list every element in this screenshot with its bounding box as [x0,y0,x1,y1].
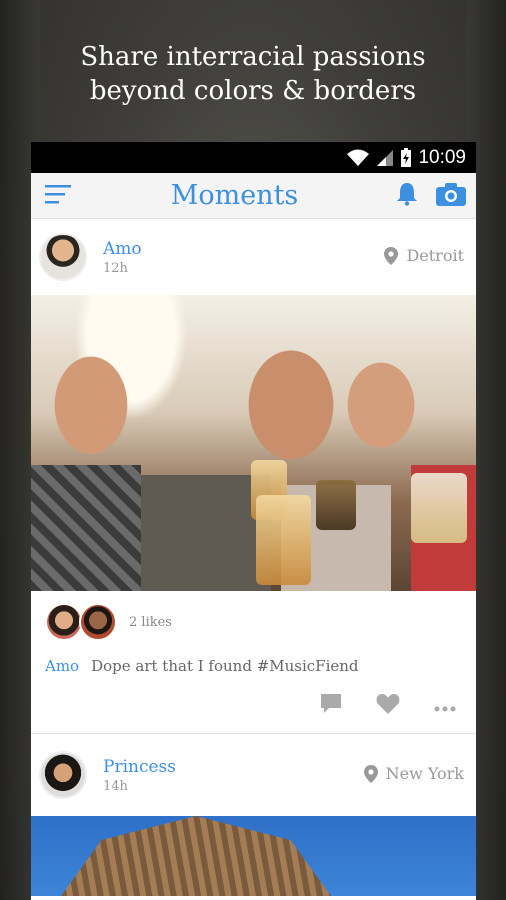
post-actions [31,679,476,733]
post-card: Princess 14h New York [31,734,476,896]
likes-count[interactable]: 2 likes [129,615,172,630]
camera-icon[interactable] [435,182,466,210]
avatar[interactable] [39,751,87,799]
photo-detail [316,480,356,530]
location-pin-icon [384,246,399,265]
bell-icon[interactable] [396,182,418,210]
avatar[interactable] [79,603,117,641]
post-time: 14h [103,778,128,794]
caption-text: Dope art that I found #MusicFiend [91,657,359,675]
post-caption: Amo Dope art that I found #MusicFiend [31,653,476,679]
status-bar: 10:09 [31,142,476,173]
photo-detail [31,465,141,591]
page-title: Moments [170,180,299,211]
post-location-label: Detroit [406,246,464,265]
post-location-label: New York [385,764,464,783]
photo-detail [256,495,311,585]
heart-icon[interactable] [376,694,400,718]
caption-username[interactable]: Amo [45,657,79,675]
menu-icon[interactable] [45,182,73,210]
battery-icon [400,147,412,168]
photo-detail [61,816,331,896]
tagline-line-2: beyond colors & borders [89,76,417,106]
post-username[interactable]: Amo [103,239,142,259]
comment-icon[interactable] [320,693,342,719]
photo-detail [411,473,467,543]
more-icon[interactable] [434,697,456,716]
promo-tagline: Share interracial passions beyond colors… [0,40,506,108]
likes-row: 2 likes [31,591,476,653]
avatar[interactable] [45,603,83,641]
post-photo[interactable] [31,295,476,591]
post-header: Amo 12h Detroit [31,219,476,295]
status-time: 10:09 [418,146,466,168]
post-username[interactable]: Princess [103,757,176,777]
post-location: Detroit [384,246,464,265]
avatar[interactable] [39,233,87,281]
tagline-line-1: Share interracial passions [80,42,426,72]
post-card: Amo 12h Detroit 2 likes Amo Dope art tha… [31,219,476,733]
wifi-icon [346,149,370,167]
post-location: New York [363,764,464,783]
post-header: Princess 14h New York [31,734,476,816]
signal-icon [376,149,394,167]
post-time: 12h [103,260,128,276]
post-photo[interactable] [31,816,476,896]
location-pin-icon [363,764,378,783]
phone-screen: 10:09 Moments Amo 12h Detroit 2 likes Am… [31,142,476,900]
app-bar: Moments [31,173,476,219]
